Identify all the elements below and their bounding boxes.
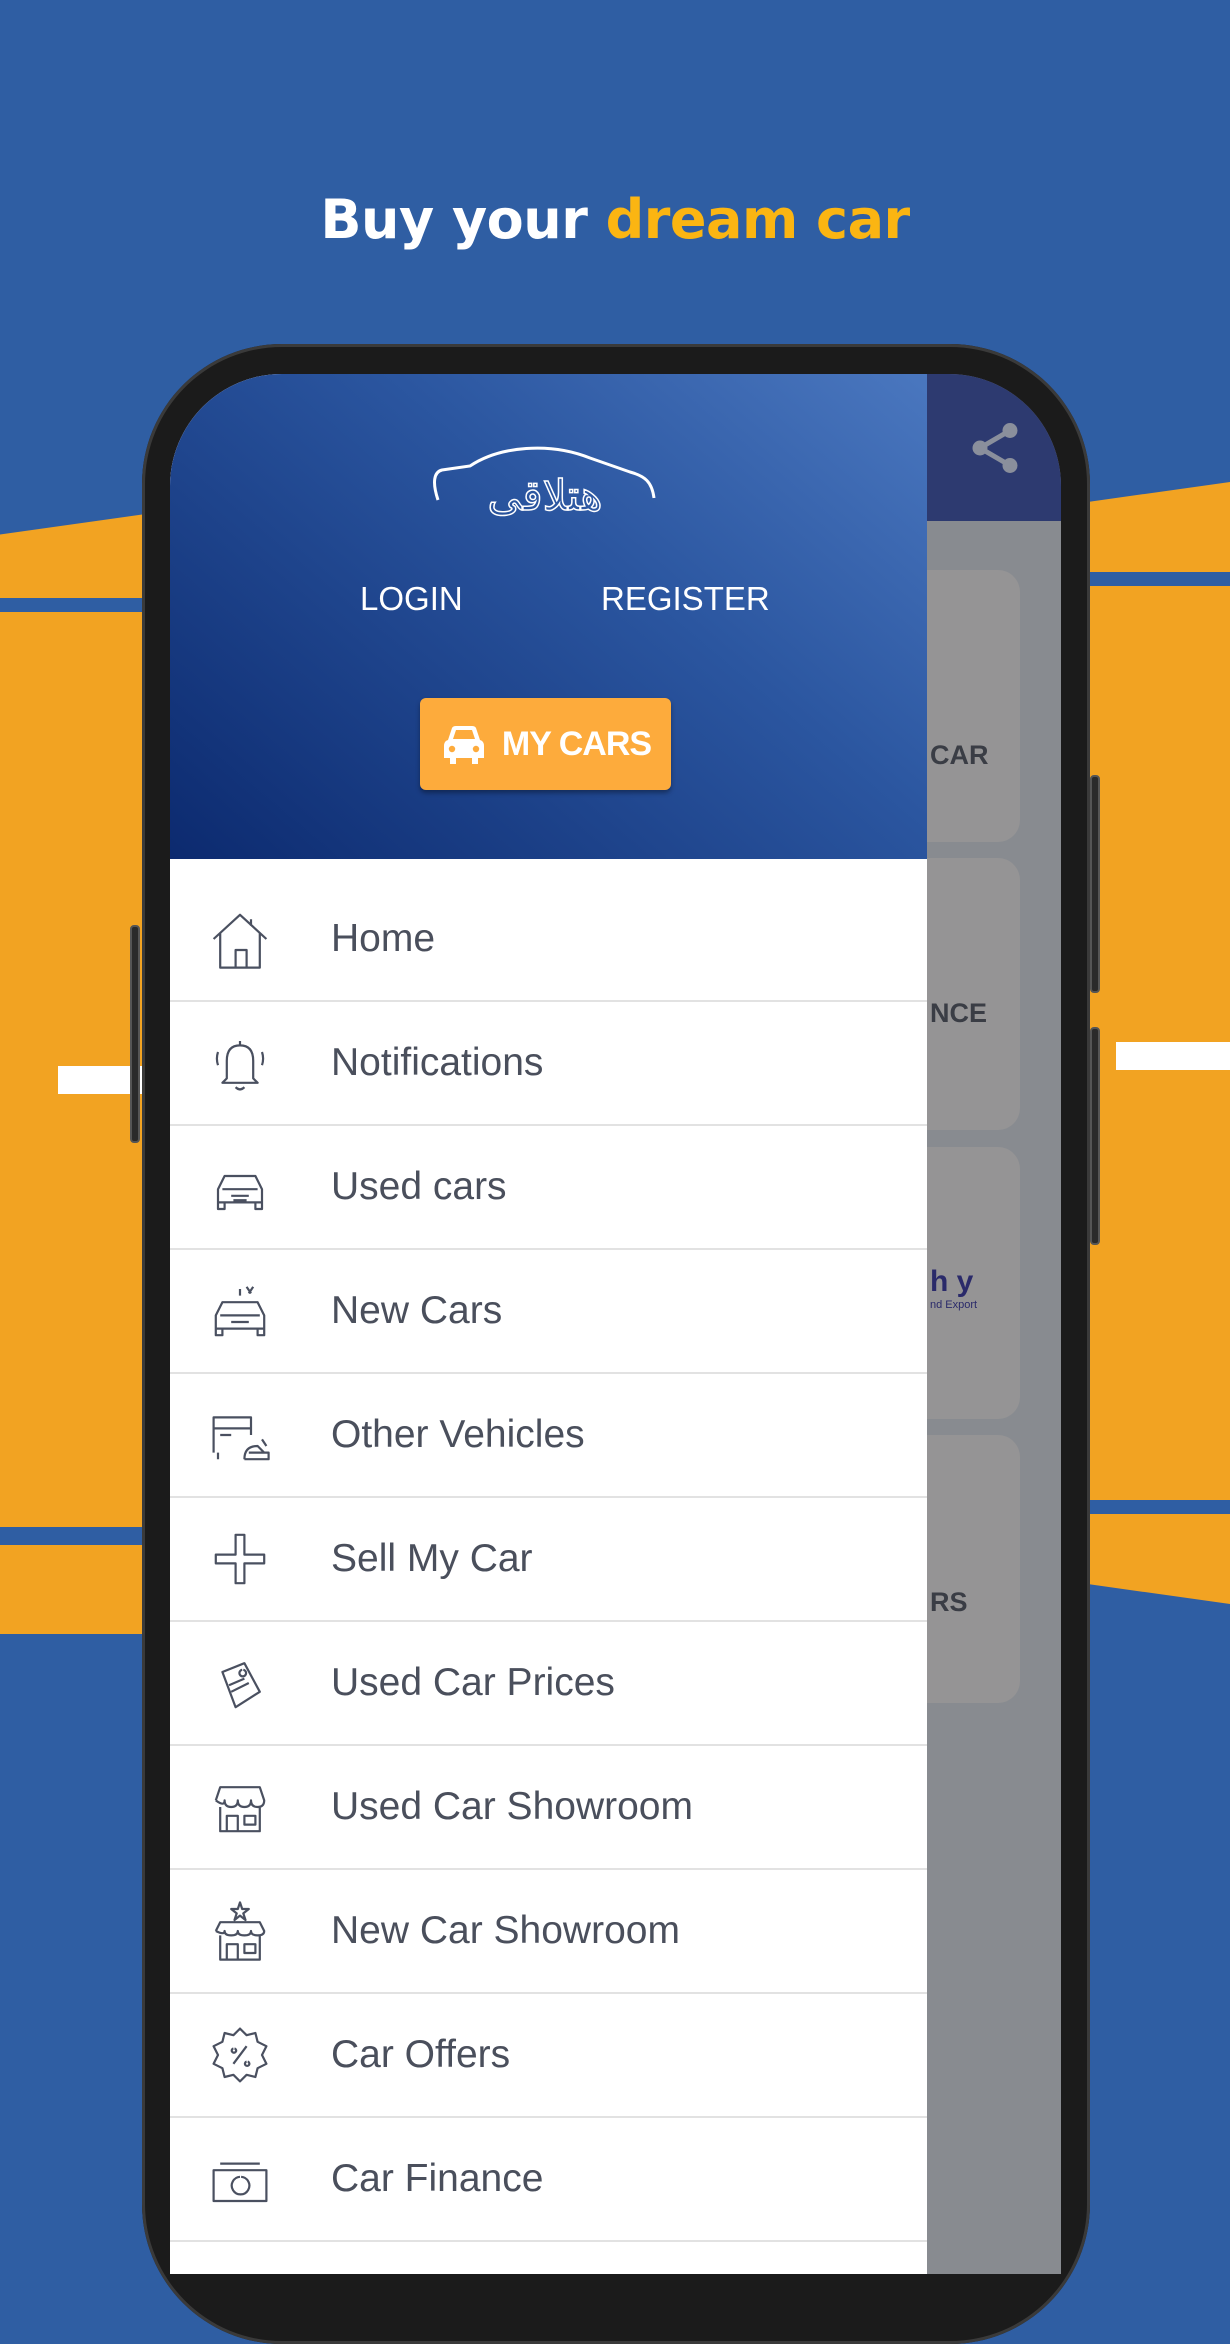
car-icon <box>204 1151 276 1223</box>
blue-stripe <box>0 598 160 612</box>
store-icon <box>204 1771 276 1843</box>
blue-stripe <box>0 1527 160 1545</box>
login-link[interactable]: LOGIN <box>360 580 463 618</box>
car-icon <box>443 726 484 764</box>
discount-badge-icon <box>204 2019 276 2091</box>
menu-item-label: Home <box>331 916 436 960</box>
menu-item-used-cars[interactable]: Used cars <box>170 1126 927 1250</box>
menu-item-label: New Cars <box>331 1289 503 1332</box>
menu-item-sell-my-car[interactable]: Sell My Car <box>170 1498 927 1622</box>
menu-item-label: Other Vehicles <box>331 1413 585 1456</box>
menu-item-notifications[interactable]: Notifications <box>170 1002 927 1126</box>
menu-item-label: Car Offers <box>331 2033 511 2076</box>
menu-item-other-vehicles[interactable]: Other Vehicles <box>170 1374 927 1498</box>
blue-stripe <box>1070 1500 1230 1514</box>
menu-item-car-finance[interactable]: Car Finance <box>170 2118 927 2242</box>
menu-item-used-car-prices[interactable]: Used Car Prices <box>170 1622 927 1746</box>
home-icon <box>204 903 276 975</box>
menu-item-label: Used Car Prices <box>331 1661 615 1704</box>
menu-item-home[interactable]: Home <box>170 859 927 1002</box>
plus-icon <box>204 1523 276 1595</box>
bell-icon <box>204 1027 276 1099</box>
menu-item-car-offers[interactable]: Car Offers <box>170 1994 927 2118</box>
menu-item-label: Sell My Car <box>331 1537 533 1580</box>
price-tag-icon <box>204 1647 276 1719</box>
menu-item-new-cars[interactable]: New Cars <box>170 1250 927 1374</box>
menu-item-new-car-showroom[interactable]: New Car Showroom <box>170 1870 927 1994</box>
navigation-drawer: هتلاقى LOGIN REGISTER MY CARS Home Notifi… <box>170 374 927 2274</box>
menu-item-used-car-showroom[interactable]: Used Car Showroom <box>170 1746 927 1870</box>
my-cars-button[interactable]: MY CARS <box>420 698 671 790</box>
phone-screen: CAR NCE h y nd Export RS هتلاقى LOGIN REG… <box>170 374 1061 2274</box>
vehicles-icon <box>204 1399 276 1471</box>
new-car-icon <box>204 1275 276 1347</box>
svg-text:هتلاقى: هتلاقى <box>488 471 603 520</box>
drawer-menu: Home Notifications Used cars New Cars Other … <box>170 859 927 2242</box>
menu-item-label: Used Car Showroom <box>331 1785 693 1828</box>
menu-item-label: New Car Showroom <box>331 1909 680 1952</box>
phone-button <box>1090 1027 1100 1245</box>
phone-button <box>1090 775 1100 993</box>
menu-item-label: Car Finance <box>331 2157 544 2200</box>
money-icon <box>204 2143 276 2215</box>
menu-item-label: Notifications <box>331 1041 544 1084</box>
blue-stripe <box>1070 572 1230 586</box>
share-icon[interactable] <box>965 418 1025 478</box>
phone-button <box>130 925 140 1143</box>
menu-item-label: Used cars <box>331 1165 507 1208</box>
star-store-icon <box>204 1895 276 1967</box>
white-dash <box>1116 1042 1230 1070</box>
headline: Buy your dream car <box>320 188 910 251</box>
register-link[interactable]: REGISTER <box>601 580 770 618</box>
app-logo: هتلاقى <box>430 442 660 527</box>
drawer-header: هتلاقى LOGIN REGISTER MY CARS <box>170 374 927 859</box>
